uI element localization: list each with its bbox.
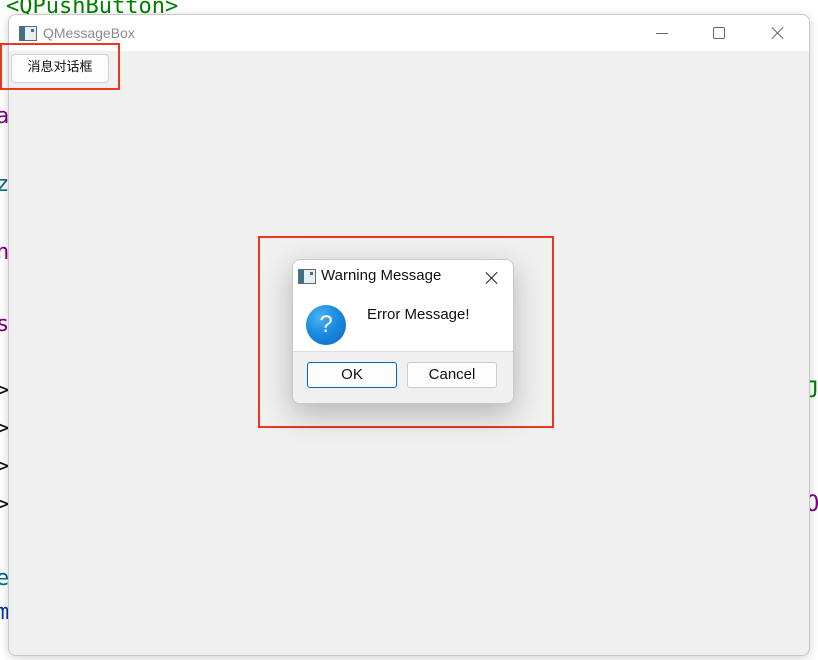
maximize-icon <box>713 27 725 39</box>
message-dialog: Warning Message ? Error Message! OK Canc… <box>292 259 514 404</box>
title-bar[interactable]: QMessageBox <box>9 15 809 51</box>
ok-button[interactable]: OK <box>307 362 397 388</box>
message-dialog-button[interactable]: 消息对话框 <box>11 54 109 83</box>
dialog-close-button[interactable] <box>481 267 503 289</box>
close-button[interactable] <box>755 15 801 51</box>
close-icon <box>485 271 499 285</box>
dialog-title: Warning Message <box>321 267 442 284</box>
maximize-button[interactable] <box>696 15 742 51</box>
minimize-icon <box>656 32 668 34</box>
close-icon <box>771 26 785 40</box>
dialog-message: Error Message! <box>367 306 470 323</box>
cancel-button[interactable]: Cancel <box>407 362 497 388</box>
dialog-button-bar: OK Cancel <box>293 351 513 403</box>
qt-app-icon <box>19 26 37 41</box>
question-icon: ? <box>306 305 346 345</box>
qt-app-icon <box>298 269 316 284</box>
window-title: QMessageBox <box>43 25 135 41</box>
minimize-button[interactable] <box>639 15 685 51</box>
